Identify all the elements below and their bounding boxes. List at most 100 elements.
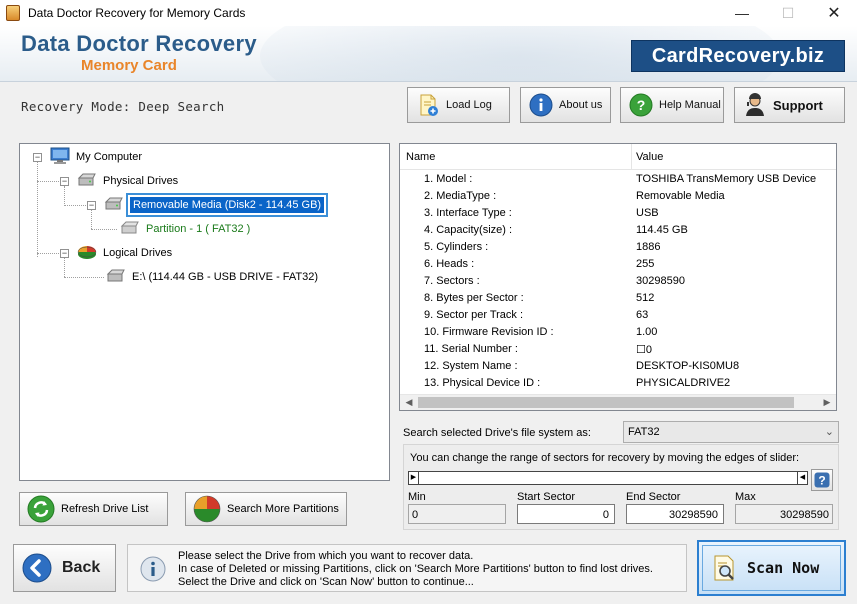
magnifier-document-icon bbox=[711, 554, 739, 582]
sector-range-slider[interactable]: ▶ ◀ bbox=[408, 471, 808, 485]
tree-node-logical-drives[interactable]: − Logical Drives bbox=[60, 244, 172, 262]
min-label: Min bbox=[408, 491, 426, 503]
pie-chart-icon bbox=[193, 495, 221, 523]
sector-range-group: You can change the range of sectors for … bbox=[403, 444, 839, 530]
tree-label-my-computer: My Computer bbox=[76, 151, 143, 163]
property-row[interactable]: 8. Bytes per Sector : 512 bbox=[400, 290, 836, 307]
drive-icon bbox=[120, 221, 140, 238]
property-row[interactable]: 2. MediaType : Removable Media bbox=[400, 188, 836, 205]
filesystem-selected-value: FAT32 bbox=[628, 426, 660, 438]
properties-header: Name Value bbox=[400, 144, 836, 170]
maximize-button[interactable]: ☐ bbox=[765, 0, 811, 26]
collapse-toggle[interactable]: − bbox=[60, 176, 69, 186]
computer-icon bbox=[50, 147, 70, 168]
property-value: 1.00 bbox=[636, 326, 658, 338]
property-row[interactable]: 1. Model : TOSHIBA TransMemory USB Device bbox=[400, 171, 836, 188]
load-log-button[interactable]: Load Log bbox=[407, 87, 510, 123]
instruction-message: Please select the Drive from which you w… bbox=[127, 544, 687, 592]
collapse-toggle[interactable]: − bbox=[87, 200, 96, 210]
minimize-button[interactable]: — bbox=[719, 0, 765, 26]
property-row[interactable]: 5. Cylinders : 1886 bbox=[400, 239, 836, 256]
property-name: 7. Sectors : bbox=[424, 275, 480, 287]
brand-subtitle: Memory Card bbox=[81, 57, 177, 74]
property-row[interactable]: 13. Physical Device ID : PHYSICALDRIVE2 bbox=[400, 375, 836, 392]
property-name: 3. Interface Type : bbox=[424, 207, 512, 219]
scroll-left-icon[interactable]: ◀ bbox=[402, 397, 416, 409]
document-add-icon bbox=[416, 93, 440, 117]
close-button[interactable]: ✕ bbox=[811, 0, 857, 26]
filesystem-label: Search selected Drive's file system as: bbox=[403, 427, 591, 439]
tree-connector bbox=[37, 181, 61, 182]
support-button[interactable]: Support bbox=[734, 87, 845, 123]
property-name: 4. Capacity(size) : bbox=[424, 224, 513, 236]
start-sector-label: Start Sector bbox=[517, 491, 576, 503]
collapse-toggle[interactable]: − bbox=[33, 152, 42, 162]
property-row[interactable]: 7. Sectors : 30298590 bbox=[400, 273, 836, 290]
tree-node-removable-media[interactable]: − Removable Media (Disk2 - 114.45 GB) bbox=[87, 193, 329, 217]
drive-icon bbox=[106, 269, 126, 286]
back-arrow-icon bbox=[22, 553, 52, 583]
filesystem-select[interactable]: FAT32 ⌄ bbox=[623, 421, 839, 443]
search-more-partitions-button[interactable]: Search More Partitions bbox=[185, 492, 347, 526]
refresh-drive-list-button[interactable]: Refresh Drive List bbox=[19, 492, 168, 526]
refresh-icon bbox=[27, 495, 55, 523]
tree-label-removable-media: Removable Media (Disk2 - 114.45 GB) bbox=[125, 193, 329, 217]
tree-node-physical-drives[interactable]: − Physical Drives bbox=[60, 172, 178, 190]
min-field: 0 bbox=[408, 504, 506, 524]
recovery-mode-label: Recovery Mode: Deep Search bbox=[21, 99, 225, 114]
property-value: 1886 bbox=[636, 241, 661, 253]
scroll-right-icon[interactable]: ▶ bbox=[820, 397, 834, 409]
drive-icon bbox=[77, 173, 97, 190]
property-value: 114.45 GB bbox=[636, 224, 688, 236]
property-name: 11. Serial Number : bbox=[424, 343, 518, 355]
load-log-label: Load Log bbox=[446, 99, 492, 111]
property-row[interactable]: 9. Sector per Track : 63 bbox=[400, 307, 836, 324]
toolbar: Recovery Mode: Deep Search Load Log Abou… bbox=[0, 83, 857, 128]
back-button[interactable]: Back bbox=[13, 544, 116, 592]
start-sector-field[interactable]: 0 bbox=[517, 504, 615, 524]
property-name: 9. Sector per Track : bbox=[424, 309, 524, 321]
tree-label-partition: Partition - 1 ( FAT32 ) bbox=[146, 223, 251, 235]
about-us-button[interactable]: About us bbox=[520, 87, 611, 123]
pie-chart-icon bbox=[77, 243, 97, 264]
question-icon: ? bbox=[814, 472, 830, 488]
search-more-partitions-label: Search More Partitions bbox=[227, 503, 339, 515]
app-icon bbox=[6, 5, 20, 21]
scrollbar-thumb[interactable] bbox=[418, 397, 794, 408]
property-row[interactable]: 12. System Name : DESKTOP-KIS0MU8 bbox=[400, 358, 836, 375]
scan-now-button[interactable]: Scan Now bbox=[697, 540, 846, 596]
header-banner: Data Doctor Recovery Memory Card CardRec… bbox=[0, 26, 857, 82]
support-label: Support bbox=[773, 97, 823, 113]
property-row[interactable]: 3. Interface Type : USB bbox=[400, 205, 836, 222]
column-divider[interactable] bbox=[631, 144, 632, 170]
collapse-toggle[interactable]: − bbox=[60, 248, 69, 258]
property-name: 8. Bytes per Sector : bbox=[424, 292, 524, 304]
status-bar: Back Please select the Drive from which … bbox=[0, 537, 857, 604]
scan-now-label: Scan Now bbox=[747, 559, 820, 577]
property-name: 6. Heads : bbox=[424, 258, 475, 270]
person-icon bbox=[743, 93, 767, 117]
tree-node-partition[interactable]: Partition - 1 ( FAT32 ) bbox=[118, 220, 250, 238]
property-value: 255 bbox=[636, 258, 655, 270]
slider-help-button[interactable]: ? bbox=[811, 469, 833, 491]
site-badge: CardRecovery.biz bbox=[631, 40, 845, 72]
column-value-header[interactable]: Value bbox=[636, 151, 663, 163]
drive-properties-list[interactable]: Name Value 1. Model : TOSHIBA TransMemory… bbox=[399, 143, 837, 411]
tree-node-my-computer[interactable]: − My Computer bbox=[33, 147, 143, 168]
property-row[interactable]: 6. Heads : 255 bbox=[400, 256, 836, 273]
back-label: Back bbox=[62, 559, 101, 576]
tree-node-logical-drive-e[interactable]: E:\ (114.44 GB - USB DRIVE - FAT32) bbox=[106, 268, 318, 286]
column-name-header[interactable]: Name bbox=[406, 151, 435, 163]
property-row[interactable]: 4. Capacity(size) : 114.45 GB bbox=[400, 222, 836, 239]
drive-tree[interactable]: − My Computer − Physical Drives − Remova… bbox=[19, 143, 390, 481]
end-sector-field[interactable]: 30298590 bbox=[626, 504, 724, 524]
slider-instruction: You can change the range of sectors for … bbox=[410, 452, 800, 464]
window-title: Data Doctor Recovery for Memory Cards bbox=[28, 6, 246, 20]
help-manual-button[interactable]: ? Help Manual bbox=[620, 87, 724, 123]
slider-left-handle[interactable]: ▶ bbox=[408, 471, 419, 485]
tree-label-logical-drives: Logical Drives bbox=[103, 247, 173, 259]
slider-right-handle[interactable]: ◀ bbox=[797, 471, 808, 485]
property-row[interactable]: 11. Serial Number : ☐0 bbox=[400, 341, 836, 358]
property-row[interactable]: 10. Firmware Revision ID : 1.00 bbox=[400, 324, 836, 341]
horizontal-scrollbar[interactable]: ◀ ▶ bbox=[400, 394, 836, 410]
